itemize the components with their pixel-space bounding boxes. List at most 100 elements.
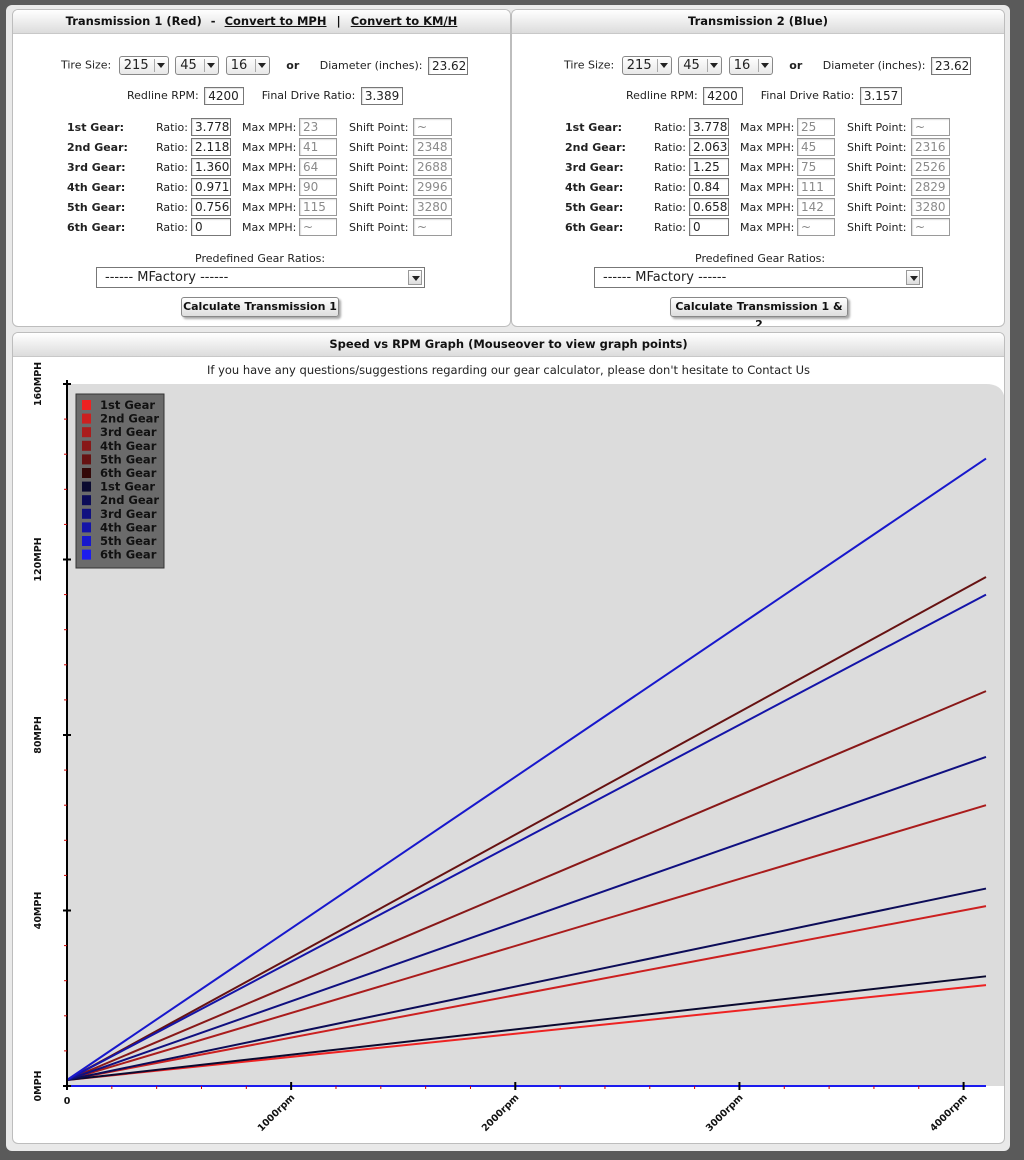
tire-rim-select[interactable]: 16: [225, 56, 270, 75]
gear-row: 1st Gear: Ratio: 3.778 Max MPH: 23 Shift Poin…: [67, 118, 467, 138]
max-mph-field: 111: [797, 178, 835, 196]
shift-point-field: ~: [413, 218, 452, 236]
transmission-2-header: Transmission 2 (Blue): [512, 10, 1004, 34]
max-mph-label: Max MPH:: [242, 121, 297, 134]
max-mph-field: 41: [299, 138, 337, 156]
gear-ratio-input[interactable]: 0.658: [689, 198, 729, 216]
or-label: or: [789, 58, 803, 72]
legend-swatch: [82, 454, 91, 465]
gear-name: 1st Gear:: [67, 121, 125, 134]
final-drive-label: Final Drive Ratio:: [261, 89, 356, 102]
header-separator: -: [210, 14, 216, 28]
legend-label: 2nd Gear: [100, 493, 159, 507]
predefined-gear-select[interactable]: ------ MFactory ------: [594, 267, 923, 288]
chevron-down-icon: [408, 270, 422, 285]
max-mph-label: Max MPH:: [740, 181, 795, 194]
calculate-transmission-1-2-button[interactable]: Calculate Transmission 1 & 2: [670, 297, 848, 326]
shift-point-label: Shift Point:: [847, 141, 907, 154]
max-mph-field: ~: [797, 218, 835, 236]
shift-point-label: Shift Point:: [349, 181, 409, 194]
x-tick-label: 2000rpm: [480, 1092, 522, 1134]
x-tick-label: 0: [64, 1096, 71, 1107]
transmission-2-title: Transmission 2 (Blue): [688, 14, 828, 28]
gear-row: 1st Gear: Ratio: 3.778 Max MPH: 25 Shift Poin…: [565, 118, 965, 138]
y-tick-label: 80MPH: [33, 716, 44, 754]
transmission-1-header: Transmission 1 (Red) - Convert to MPH | …: [13, 10, 510, 34]
tire-rim-value: 16: [733, 58, 751, 73]
max-mph-field: 142: [797, 198, 835, 216]
gear-ratio-input[interactable]: 1.360: [191, 158, 231, 176]
redline-input[interactable]: 4200: [703, 87, 744, 105]
diameter-label: Diameter (inches):: [319, 58, 423, 72]
gear-ratio-input[interactable]: 0: [191, 218, 231, 236]
max-mph-field: 25: [797, 118, 835, 136]
gear-ratio-input[interactable]: 0.971: [191, 178, 231, 196]
gear-ratio-input[interactable]: 3.778: [689, 118, 729, 136]
predefined-label: Predefined Gear Ratios:: [695, 252, 826, 265]
calculate-transmission-1-button[interactable]: Calculate Transmission 1: [181, 297, 339, 317]
legend-label: 5th Gear: [100, 452, 157, 466]
shift-point-field: 2688: [413, 158, 452, 176]
shift-point-field: 2829: [911, 178, 950, 196]
diameter-input[interactable]: 23.62: [930, 56, 971, 75]
legend-swatch: [82, 400, 91, 410]
max-mph-field: ~: [299, 218, 337, 236]
tire-aspect-select[interactable]: 45: [175, 56, 220, 75]
tire-size-row: Tire Size: 215 45 16 or Diameter (inches…: [564, 56, 971, 75]
shift-point-field: 2996: [413, 178, 452, 196]
gear-row: 5th Gear: Ratio: 0.658 Max MPH: 142 Shift Poi…: [565, 198, 965, 218]
redline-input[interactable]: 4200: [204, 87, 245, 105]
redline-row: Redline RPM: 4200 Final Drive Ratio: 3.3…: [127, 87, 403, 105]
speed-rpm-chart[interactable]: 0MPH 40MPH 80MPH 120MPH 160MPH 0 1000rpm 2000rp…: [13, 333, 1005, 1144]
legend-label: 4th Gear: [100, 439, 157, 453]
ratio-label: Ratio:: [156, 141, 188, 154]
chevron-down-icon: [906, 270, 920, 285]
tire-width-value: 215: [123, 58, 149, 73]
redline-label: Redline RPM:: [127, 89, 199, 102]
legend-label: 2nd Gear: [100, 412, 159, 426]
shift-point-field: 2316: [911, 138, 950, 156]
gear-name: 5th Gear:: [565, 201, 624, 214]
final-drive-input[interactable]: 3.389: [360, 87, 403, 105]
gear-name: 5th Gear:: [67, 201, 126, 214]
tire-width-select[interactable]: 215: [621, 56, 672, 75]
or-label: or: [286, 58, 300, 72]
tire-aspect-select[interactable]: 45: [678, 56, 723, 75]
legend-swatch: [82, 495, 91, 506]
max-mph-label: Max MPH:: [740, 161, 795, 174]
gear-ratio-input[interactable]: 2.118: [191, 138, 231, 156]
diameter-input[interactable]: 23.62: [427, 56, 468, 75]
legend-swatch: [82, 440, 91, 451]
gear-ratio-input[interactable]: 0: [689, 218, 729, 236]
gear-ratio-input[interactable]: 3.778: [191, 118, 231, 136]
gear-ratio-input[interactable]: 1.25: [689, 158, 729, 176]
shift-point-label: Shift Point:: [847, 221, 907, 234]
tire-size-label: Tire Size:: [564, 58, 615, 72]
tire-width-select[interactable]: 215: [118, 56, 169, 75]
tire-rim-select[interactable]: 16: [728, 56, 773, 75]
redline-row: Redline RPM: 4200 Final Drive Ratio: 3.1…: [626, 87, 902, 105]
predefined-gear-select[interactable]: ------ MFactory ------: [96, 267, 425, 288]
shift-point-field: ~: [911, 218, 950, 236]
max-mph-field: 90: [299, 178, 337, 196]
gear-ratio-input[interactable]: 2.063: [689, 138, 729, 156]
convert-to-kmh-link[interactable]: Convert to KM/H: [351, 14, 458, 28]
x-tick-label: 3000rpm: [704, 1092, 746, 1134]
shift-point-label: Shift Point:: [847, 181, 907, 194]
convert-to-mph-link[interactable]: Convert to MPH: [225, 14, 327, 28]
x-tick-label: 1000rpm: [256, 1092, 298, 1134]
y-tick-label: 120MPH: [33, 537, 44, 581]
gear-ratio-input[interactable]: 0.84: [689, 178, 729, 196]
max-mph-label: Max MPH:: [740, 121, 795, 134]
gear-name: 4th Gear:: [565, 181, 624, 194]
final-drive-input[interactable]: 3.157: [859, 87, 902, 105]
gear-ratio-input[interactable]: 0.756: [191, 198, 231, 216]
ratio-label: Ratio:: [654, 161, 686, 174]
tire-size-label: Tire Size:: [61, 58, 112, 72]
gear-name: 6th Gear:: [565, 221, 624, 234]
legend-swatch: [82, 549, 91, 560]
legend-label: 6th Gear: [100, 548, 157, 562]
ratio-label: Ratio:: [654, 121, 686, 134]
tire-aspect-value: 45: [683, 58, 700, 73]
shift-point-label: Shift Point:: [349, 161, 409, 174]
